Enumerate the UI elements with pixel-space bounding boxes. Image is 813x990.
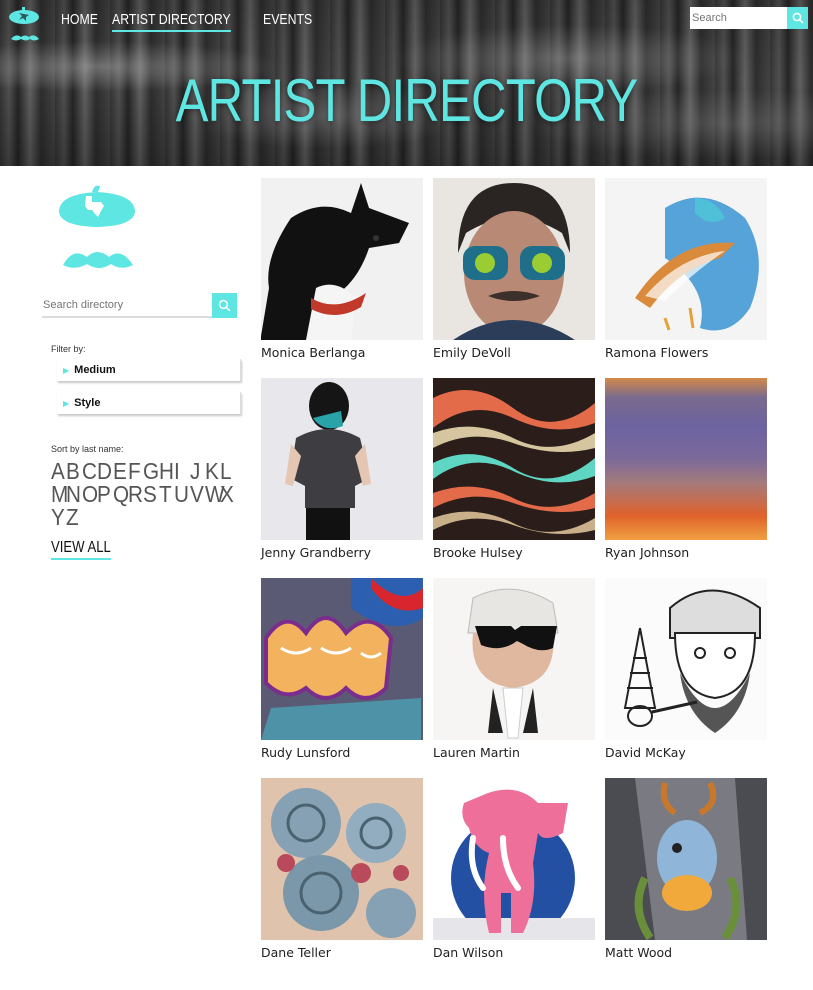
artist-card[interactable]: Lauren Martin [433,578,595,760]
search-icon [792,12,804,24]
sort-letter-y[interactable]: Y [51,506,65,529]
artist-card[interactable]: Jenny Grandberry [261,378,423,560]
artist-card[interactable]: Ramona Flowers [605,178,767,360]
sort-letter-w[interactable]: W [205,483,225,506]
sort-letter-t[interactable]: T [159,483,172,506]
artist-name[interactable]: Brooke Hulsey [433,545,595,560]
artist-name[interactable]: Jenny Grandberry [261,545,423,560]
artist-card[interactable]: Matt Wood [605,778,767,960]
sort-letter-a[interactable]: A [51,460,65,483]
sort-letter-m[interactable]: M [51,483,68,506]
sort-letter-p[interactable]: P [97,483,111,506]
view-all-link[interactable]: VIEW ALL [51,539,111,560]
sort-letter-r[interactable]: R [128,483,143,506]
sort-letter-l[interactable]: L [220,460,232,483]
artist-image[interactable] [605,378,767,540]
sort-letter-g[interactable]: G [143,460,159,483]
page-title: ARTIST DIRECTORY [175,67,639,134]
artist-image[interactable] [433,378,595,540]
sort-letter-e[interactable]: E [113,460,127,483]
filter-medium[interactable]: ▶ Medium [57,359,241,381]
artist-image[interactable] [605,178,767,340]
alphabet-sort: ABCDEFGHIJKL MNOPQRSTUVWX YZ [51,460,246,529]
artist-image[interactable] [433,778,595,940]
artist-image[interactable] [261,778,423,940]
site-search-button[interactable] [787,7,808,29]
beret-mustache-logo-icon[interactable] [7,6,43,46]
sort-letter-x[interactable]: X [220,483,234,506]
nav-artist-directory[interactable]: ARTIST DIRECTORY [112,11,231,32]
sort-letter-z[interactable]: Z [66,506,79,529]
artist-name[interactable]: Matt Wood [605,945,767,960]
sort-label: Sort by last name: [51,444,124,454]
artist-card[interactable]: Ryan Johnson [605,378,767,560]
sort-letter-o[interactable]: O [82,483,98,506]
filter-style[interactable]: ▶ Style [57,392,241,414]
sort-letter-h[interactable]: H [159,460,174,483]
artist-name[interactable]: Dan Wilson [433,945,595,960]
filter-medium-label: Medium [74,364,116,376]
artist-image[interactable] [605,778,767,940]
search-icon [218,299,231,312]
artist-card[interactable]: Emily DeVoll [433,178,595,360]
artist-card[interactable]: Brooke Hulsey [433,378,595,560]
artist-name[interactable]: Monica Berlanga [261,345,423,360]
artist-card[interactable]: Dane Teller [261,778,423,960]
nav-events[interactable]: EVENTS [263,11,312,32]
directory-search-button[interactable] [212,293,237,318]
sort-letter-j[interactable]: J [190,460,201,483]
directory-search-input[interactable] [42,293,212,318]
artist-name[interactable]: Dane Teller [261,945,423,960]
filter-style-label: Style [74,397,101,409]
sort-letter-c[interactable]: C [82,460,97,483]
artist-name[interactable]: Ryan Johnson [605,545,767,560]
sort-letter-v[interactable]: V [190,483,204,506]
artist-name[interactable]: Rudy Lunsford [261,745,423,760]
artist-name[interactable]: Lauren Martin [433,745,595,760]
site-search-input[interactable] [690,7,787,29]
main-nav: HOME ARTIST DIRECTORY EVENTS [61,11,313,32]
artist-image[interactable] [605,578,767,740]
artist-card[interactable]: Rudy Lunsford [261,578,423,760]
beret-mustache-logo-icon [59,185,135,268]
artist-name[interactable]: David McKay [605,745,767,760]
sort-letter-k[interactable]: K [205,460,219,483]
artist-image[interactable] [261,378,423,540]
artist-image[interactable] [261,178,423,340]
sort-letter-q[interactable]: Q [113,483,129,506]
triangle-right-icon: ▶ [63,398,70,408]
sort-letter-d[interactable]: D [97,460,112,483]
sort-letter-n[interactable]: N [66,483,81,506]
sort-letter-b[interactable]: B [66,460,80,483]
triangle-right-icon: ▶ [63,365,70,375]
artist-name[interactable]: Ramona Flowers [605,345,767,360]
filter-label: Filter by: [51,344,86,354]
artist-image[interactable] [261,578,423,740]
sort-letter-u[interactable]: U [174,483,189,506]
sort-letter-s[interactable]: S [143,483,157,506]
artist-card[interactable]: Monica Berlanga [261,178,423,360]
artist-image[interactable] [433,178,595,340]
sort-letter-f[interactable]: F [128,460,141,483]
artist-image[interactable] [433,578,595,740]
nav-home[interactable]: HOME [61,11,98,32]
artist-card[interactable]: Dan Wilson [433,778,595,960]
sort-letter-i[interactable]: I [174,460,185,483]
artist-card[interactable]: David McKay [605,578,767,760]
artist-name[interactable]: Emily DeVoll [433,345,595,360]
